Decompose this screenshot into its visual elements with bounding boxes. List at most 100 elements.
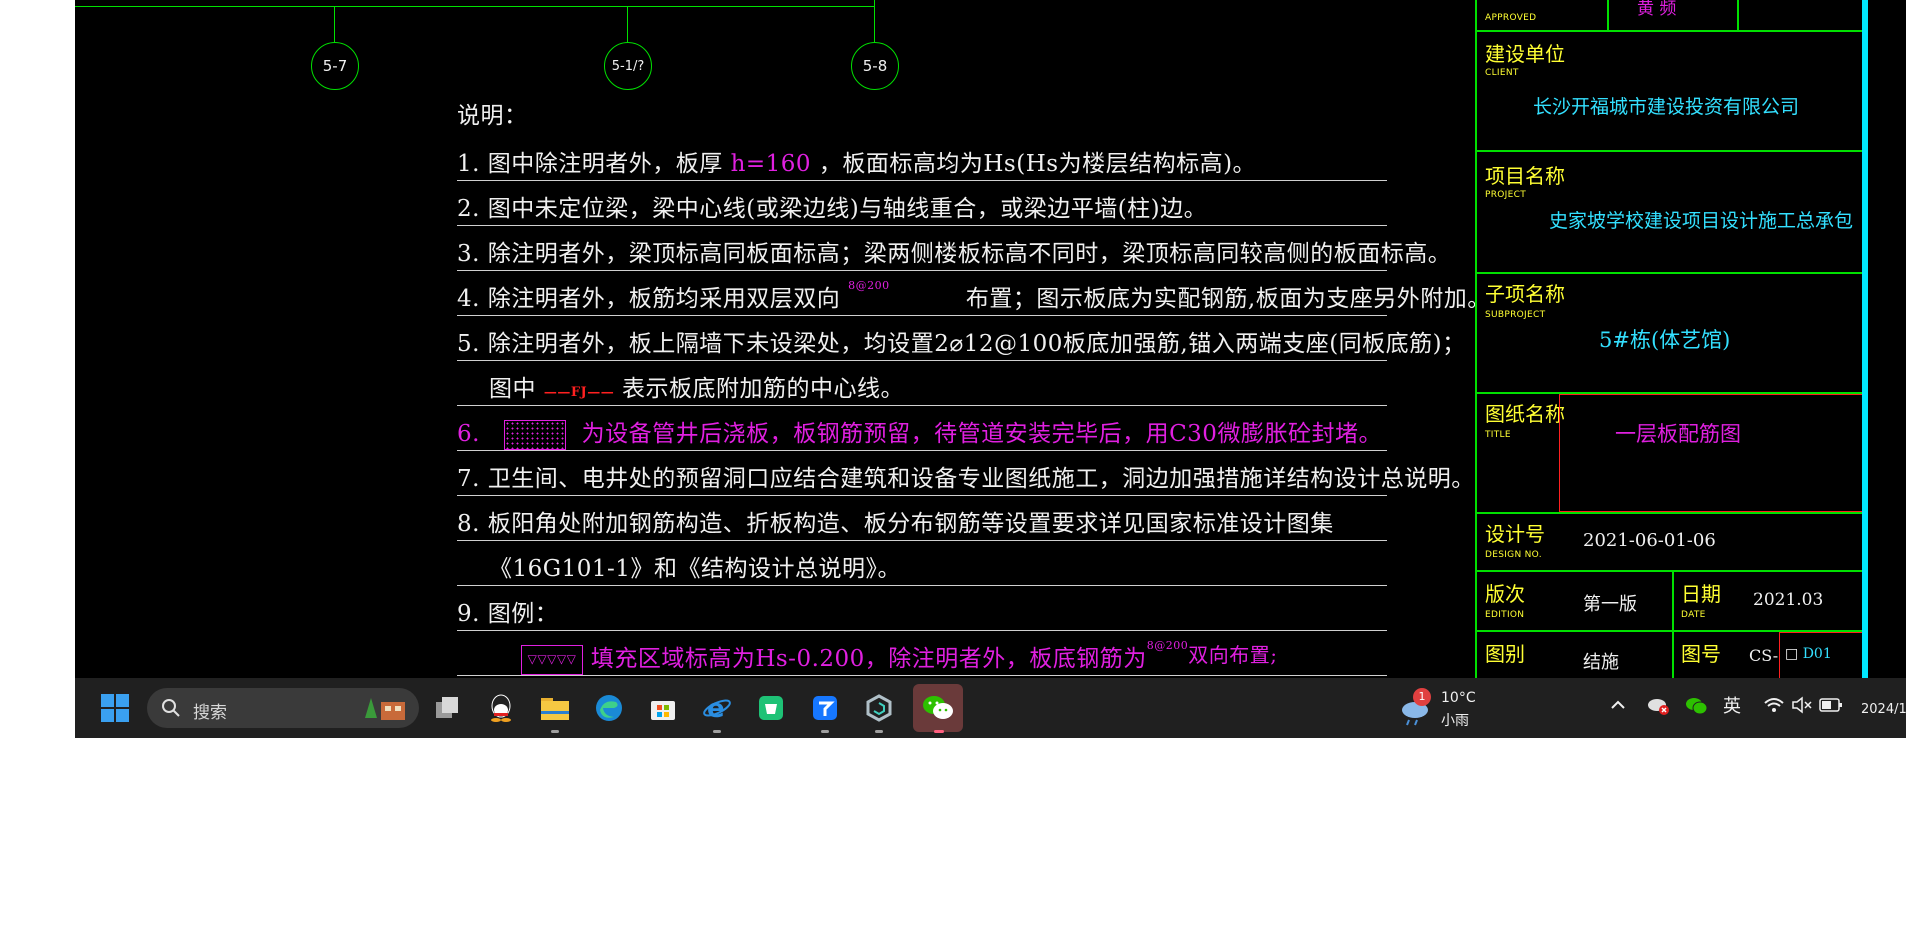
blue-app-icon[interactable]	[809, 692, 841, 724]
tb-subproject-en: SUBPROJECT	[1485, 310, 1546, 320]
tb-title-row: 图纸名称 TITLE 一层板配筋图	[1477, 394, 1867, 514]
cloud-error-icon[interactable]	[1647, 696, 1669, 720]
gray-app-icon[interactable]	[863, 692, 895, 724]
tb-approved-row: APPROVED 黄 频	[1477, 0, 1865, 32]
axis-stem	[627, 6, 628, 42]
battery-icon[interactable]	[1819, 697, 1843, 717]
svg-text:e: e	[707, 694, 725, 723]
windows-taskbar: 搜索 e 1 10°C 小雨 英 2024/1	[75, 678, 1906, 738]
wifi-icon[interactable]	[1763, 696, 1785, 718]
note-7: 7. 卫生间、电井处的预留洞口应结合建筑和设备专业图纸施工，洞边加强措施详结构设…	[457, 466, 1475, 492]
clock[interactable]: 2024/1	[1861, 702, 1906, 717]
task-view-icon[interactable]	[431, 692, 463, 724]
running-indicator	[551, 730, 559, 733]
note-4-small-spec: 8@200	[848, 279, 890, 292]
note-6: 6. 为设备管井后浇板，板钢筋预留，待管道安装完毕后，用C30微膨胀砼封堵。	[457, 414, 1382, 450]
cad-canvas[interactable]: 5-7 5-1/? 5-8 说明： 1. 图中除注明者外，板厚 h=160 ，板…	[75, 0, 1906, 678]
ime-indicator[interactable]: 英	[1723, 692, 1741, 718]
weather-desc: 小雨	[1441, 713, 1469, 729]
triangle-hatch-legend-icon: ▽▽▽▽▽	[521, 645, 583, 675]
tb-approved-en: APPROVED	[1485, 13, 1537, 23]
note-3: 3. 除注明者外，梁顶标高同板面标高；梁两侧楼板标高不同时，梁顶标高同较高侧的板…	[457, 241, 1452, 267]
tb-drawtype-val: 结施	[1583, 652, 1619, 673]
taskbar-search-box[interactable]: 搜索	[147, 688, 419, 728]
active-indicator	[934, 730, 944, 733]
tb-title-cn: 图纸名称	[1485, 402, 1565, 426]
wechat-tray-icon[interactable]	[1685, 696, 1708, 720]
green-app-icon[interactable]	[755, 692, 787, 724]
tb-designno-cn: 设计号	[1485, 522, 1545, 546]
file-explorer-icon[interactable]	[539, 692, 571, 724]
axis-bubble-5-1: 5-1/?	[604, 42, 652, 90]
tb-divider	[1737, 0, 1739, 30]
note-rule	[457, 225, 1387, 226]
note-rule	[457, 495, 1387, 496]
axis-bubble-5-7: 5-7	[311, 42, 359, 90]
note-rule	[457, 180, 1387, 181]
note-8: 8. 板阳角处附加钢筋构造、折板构造、板分布钢筋等设置要求详见国家标准设计图集	[457, 511, 1334, 537]
tb-subproject-val: 5#栋(体艺馆)	[1599, 328, 1731, 352]
note-5: 5. 除注明者外，板上隔墙下未设梁处，均设置2⌀12@100板底加强筋,锚入两端…	[457, 331, 1466, 357]
tb-divider	[1672, 632, 1674, 678]
tb-client-val: 长沙开福城市建设投资有限公司	[1533, 96, 1800, 118]
note-rule	[457, 405, 1387, 406]
tb-project-cn: 项目名称	[1485, 164, 1565, 188]
checkbox-icon: □	[1785, 646, 1803, 662]
tb-title-frame	[1559, 394, 1867, 512]
fj-line-symbol: ——FJ——	[543, 385, 615, 400]
tb-approved-val: 黄 频	[1637, 0, 1677, 19]
legend-fill-end: 双向布置;	[1188, 643, 1278, 667]
tb-title-val: 一层板配筋图	[1615, 422, 1741, 446]
search-placeholder: 搜索	[193, 703, 227, 723]
note-4: 4. 除注明者外，板筋均采用双层双向 8@200 布置；图示板底为实配钢筋,板面…	[457, 279, 1491, 313]
notes-heading: 说明：	[457, 103, 528, 129]
tb-date-en: DATE	[1681, 610, 1706, 620]
legend-fill-text: 填充区域标高为Hs-0.200，除注明者外，板底钢筋为	[590, 646, 1147, 672]
tb-date-val: 2021.03	[1753, 590, 1824, 610]
axis-bubble-5-8: 5-8	[851, 42, 899, 90]
tb-date-cn: 日期	[1681, 582, 1721, 606]
running-indicator	[875, 730, 883, 733]
chevron-up-icon[interactable]	[1609, 696, 1627, 718]
weather-temp: 10°C	[1441, 690, 1476, 706]
microsoft-store-icon[interactable]	[647, 692, 679, 724]
tb-drawtype-cn: 图别	[1485, 642, 1525, 666]
title-block: APPROVED 黄 频 建设单位 CLIENT 长沙开福城市建设投资有限公司 …	[1475, 0, 1867, 678]
cad-viewport-edge	[1862, 0, 1868, 678]
tb-drawno-val: CS-	[1749, 646, 1779, 665]
running-indicator	[821, 730, 829, 733]
grid-line	[75, 6, 875, 7]
tb-drawno-suffix-text: D01	[1802, 646, 1832, 662]
qq-icon[interactable]	[485, 692, 517, 724]
note-5b-text-a: 图中	[489, 376, 536, 402]
note-4-text-a: 4. 除注明者外，板筋均采用双层双向	[457, 286, 841, 312]
volume-muted-icon[interactable]	[1791, 696, 1813, 718]
tb-subproject-cn: 子项名称	[1485, 282, 1565, 306]
tb-drawno-suffix: □ D01	[1785, 646, 1832, 662]
tb-edition-cn: 版次	[1485, 582, 1525, 606]
tb-client-cn: 建设单位	[1485, 42, 1565, 66]
search-highlight-icon	[361, 694, 409, 722]
note-4-text-b: 布置；图示板底为实配钢筋,板面为支座另外附加。	[965, 286, 1491, 312]
windows-start-icon[interactable]	[99, 692, 131, 724]
note-rule	[457, 675, 1387, 676]
note-2: 2. 图中未定位梁，梁中心线(或梁边线)与轴线重合，或梁边平墙(柱)边。	[457, 196, 1208, 222]
tb-edition-row: 版次 EDITION 第一版 日期 DATE 2021.03	[1477, 572, 1865, 632]
wechat-icon[interactable]	[913, 684, 963, 732]
tb-designno-row: 设计号 DESIGN NO. 2021-06-01-06	[1477, 514, 1865, 572]
note-rule	[457, 270, 1387, 271]
search-icon	[161, 698, 181, 722]
axis-stem	[874, 0, 875, 42]
running-indicator	[713, 730, 721, 733]
tb-designno-en: DESIGN NO.	[1485, 550, 1542, 560]
note-1-thickness: h=160	[730, 151, 812, 177]
tb-project-val: 史家坡学校建设项目设计施工总承包	[1549, 210, 1854, 232]
edge-icon[interactable]	[593, 692, 625, 724]
note-9: 9. 图例：	[457, 601, 559, 627]
tb-drawno-cn: 图号	[1681, 642, 1721, 666]
tb-divider	[1672, 572, 1674, 630]
note-rule	[457, 630, 1387, 631]
note-5-continued: 图中 ——FJ—— 表示板底附加筋的中心线。	[489, 369, 904, 403]
ie-icon[interactable]: e	[701, 692, 733, 724]
note-1-text-b: ，板面标高均为Hs(Hs为楼层结构标高)。	[818, 151, 1257, 177]
